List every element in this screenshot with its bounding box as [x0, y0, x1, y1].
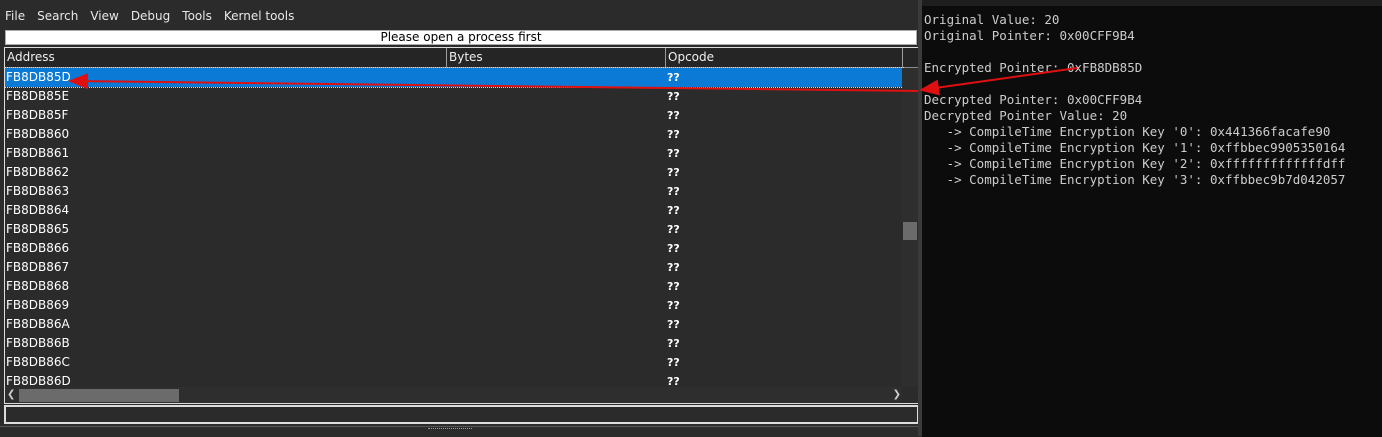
grid-rows: FB8DB85D?? FB8DB85E?? FB8DB85F?? FB8DB860??… [5, 67, 904, 391]
row-opcode: ?? [667, 90, 680, 103]
console-key-3: -> CompileTime Encryption Key '3': 0xffb… [924, 172, 1346, 187]
disassembly-grid[interactable]: Address Bytes Opcode FB8DB85D?? FB8DB85E?… [4, 47, 919, 404]
row-address: FB8DB85E [6, 89, 70, 103]
row-address: FB8DB863 [6, 184, 70, 198]
row-opcode: ?? [667, 166, 680, 179]
row-address: FB8DB866 [6, 241, 70, 255]
menu-debug[interactable]: Debug [125, 6, 176, 26]
row-address: FB8DB85D [6, 70, 71, 84]
row-address: FB8DB861 [6, 146, 70, 160]
grid-header: Address Bytes Opcode [5, 48, 918, 68]
row-address: FB8DB864 [6, 203, 70, 217]
menu-view[interactable]: View [84, 6, 124, 26]
column-header-bytes[interactable]: Bytes [447, 48, 666, 67]
console-window: Original Value: 20 Original Pointer: 0x0… [922, 0, 1382, 436]
console-decrypted-pointer: Decrypted Pointer: 0x00CFF9B4 [924, 92, 1143, 107]
row-opcode: ?? [667, 109, 680, 122]
table-row[interactable]: FB8DB86C?? [5, 353, 903, 372]
row-opcode: ?? [667, 128, 680, 141]
table-row[interactable]: FB8DB85F?? [5, 106, 903, 125]
horizontal-scrollbar[interactable]: ❮ ❯ [5, 387, 903, 403]
debugger-window: File Search View Debug Tools Kernel tool… [0, 0, 922, 437]
row-address: FB8DB86C [6, 355, 70, 369]
row-address: FB8DB862 [6, 165, 70, 179]
table-row[interactable]: FB8DB861?? [5, 144, 903, 163]
column-header-opcode[interactable]: Opcode [666, 48, 903, 67]
menu-search[interactable]: Search [31, 6, 84, 26]
console-key-0: -> CompileTime Encryption Key '0': 0x441… [924, 124, 1331, 139]
table-row[interactable]: FB8DB865?? [5, 220, 903, 239]
table-row[interactable]: FB8DB862?? [5, 163, 903, 182]
horizontal-scroll-thumb[interactable] [19, 389, 179, 402]
table-row[interactable]: FB8DB869?? [5, 296, 903, 315]
console-tab-strip [922, 0, 1382, 6]
row-address: FB8DB869 [6, 298, 70, 312]
table-row[interactable]: FB8DB867?? [5, 258, 903, 277]
table-row[interactable]: FB8DB864?? [5, 201, 903, 220]
table-row[interactable]: FB8DB86A?? [5, 315, 903, 334]
scroll-left-icon[interactable]: ❮ [7, 389, 15, 400]
row-opcode: ?? [667, 204, 680, 217]
row-address: FB8DB865 [6, 222, 70, 236]
row-opcode: ?? [667, 280, 680, 293]
row-address: FB8DB85F [6, 108, 69, 122]
table-row[interactable]: FB8DB868?? [5, 277, 903, 296]
process-status-bar[interactable]: Please open a process first [5, 30, 917, 45]
console-key-1: -> CompileTime Encryption Key '1': 0xffb… [924, 140, 1346, 155]
menu-tools[interactable]: Tools [176, 6, 218, 26]
row-opcode: ?? [667, 185, 680, 198]
row-opcode: ?? [667, 147, 680, 160]
table-row[interactable]: FB8DB866?? [5, 239, 903, 258]
table-row[interactable]: FB8DB86B?? [5, 334, 903, 353]
vertical-scroll-thumb[interactable] [903, 222, 917, 240]
row-opcode: ?? [667, 71, 680, 84]
scroll-corner [902, 387, 918, 403]
console-original-pointer: Original Pointer: 0x00CFF9B4 [924, 28, 1135, 43]
scroll-right-icon[interactable]: ❯ [893, 389, 901, 400]
row-opcode: ?? [667, 242, 680, 255]
menu-bar: File Search View Debug Tools Kernel tool… [0, 6, 922, 26]
row-address: FB8DB867 [6, 260, 70, 274]
resize-grip-icon[interactable] [428, 428, 472, 433]
bottom-status-field[interactable] [4, 405, 919, 424]
console-encrypted-pointer: Encrypted Pointer: 0xFB8DB85D [924, 60, 1143, 75]
console-key-2: -> CompileTime Encryption Key '2': 0xfff… [924, 156, 1346, 171]
table-row[interactable]: FB8DB863?? [5, 182, 903, 201]
table-row[interactable]: FB8DB85E?? [5, 87, 903, 106]
resize-bar[interactable] [0, 426, 922, 437]
row-address: FB8DB86A [6, 317, 70, 331]
console-original-value: Original Value: 20 [924, 12, 1060, 27]
menu-kernel-tools[interactable]: Kernel tools [218, 6, 301, 26]
menu-file[interactable]: File [0, 6, 31, 26]
row-opcode: ?? [667, 356, 680, 369]
row-opcode: ?? [667, 261, 680, 274]
console-decrypted-value: Decrypted Pointer Value: 20 [924, 108, 1128, 123]
row-address: FB8DB86B [6, 336, 70, 350]
table-row[interactable]: FB8DB85D?? [5, 67, 904, 88]
row-opcode: ?? [667, 337, 680, 350]
row-opcode: ?? [667, 318, 680, 331]
vertical-scrollbar[interactable] [902, 68, 918, 388]
row-address: FB8DB868 [6, 279, 70, 293]
column-header-address[interactable]: Address [5, 48, 447, 67]
table-row[interactable]: FB8DB860?? [5, 125, 903, 144]
row-address: FB8DB860 [6, 127, 70, 141]
row-opcode: ?? [667, 223, 680, 236]
row-opcode: ?? [667, 299, 680, 312]
